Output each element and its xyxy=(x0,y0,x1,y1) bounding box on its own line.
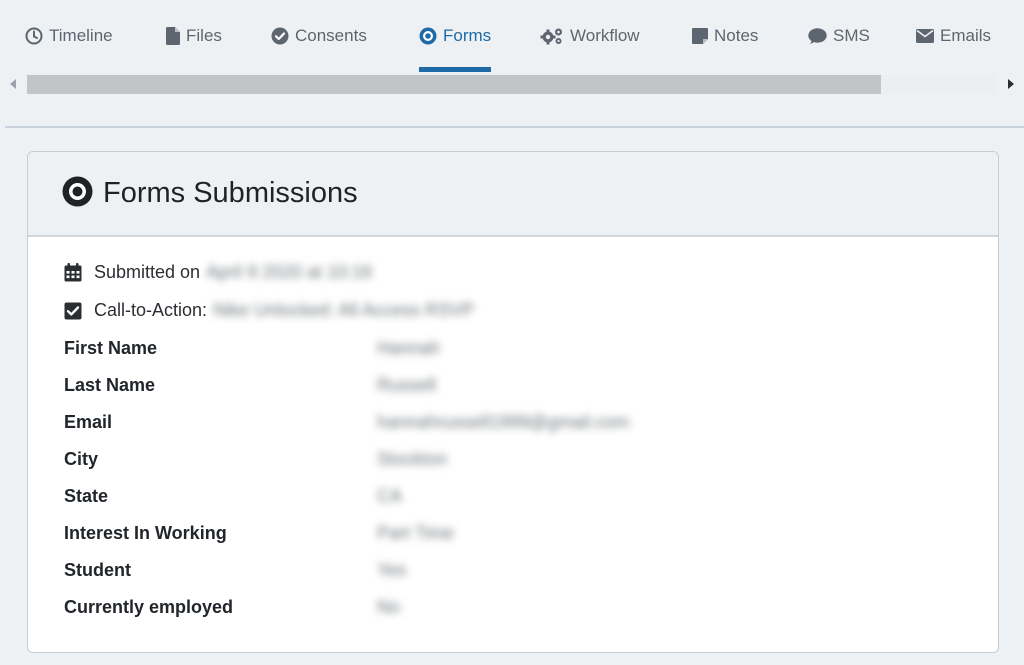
field-label: Last Name xyxy=(64,375,156,395)
scroll-right-arrow-icon[interactable] xyxy=(1008,79,1014,89)
tab-label: Files xyxy=(186,26,222,45)
clock-icon xyxy=(25,27,43,45)
tab-sms[interactable]: SMS xyxy=(808,0,870,72)
tab-emails[interactable]: Emails xyxy=(916,0,991,72)
tab-timeline[interactable]: Timeline xyxy=(25,0,113,72)
field-row-email: Email hannahrussell1999@gmail.com xyxy=(64,412,964,433)
submitted-on-row: Submitted on April 9 2020 at 10:16 xyxy=(64,262,372,283)
field-row-student: Student Yes xyxy=(64,560,964,581)
tab-label: Timeline xyxy=(49,26,113,45)
field-row-interest-in-working: Interest In Working Part Time xyxy=(64,523,964,544)
field-label: Student xyxy=(64,560,131,580)
field-value: hannahrussell1999@gmail.com xyxy=(377,412,630,432)
tab-forms[interactable]: Forms xyxy=(419,0,492,72)
field-row-currently-employed: Currently employed No xyxy=(64,597,964,618)
tab-notes[interactable]: Notes xyxy=(692,0,758,72)
field-value: Part Time xyxy=(377,523,455,543)
dot-circle-icon xyxy=(62,176,93,212)
field-label: City xyxy=(64,449,99,469)
divider xyxy=(5,126,1024,128)
sticky-note-icon xyxy=(692,28,708,44)
field-label: Currently employed xyxy=(64,597,234,617)
tab-files[interactable]: Files xyxy=(166,0,222,72)
call-to-action-value: Nike Unlocked: All Access RSVP xyxy=(213,300,475,320)
tab-label: SMS xyxy=(833,26,870,45)
checkbox-checked-icon xyxy=(64,302,84,320)
dot-circle-icon xyxy=(419,27,437,45)
tab-label: Consents xyxy=(295,26,367,45)
tab-workflow[interactable]: Workflow xyxy=(540,0,640,72)
tab-label: Notes xyxy=(714,26,759,45)
submitted-on-label: Submitted on xyxy=(94,262,201,282)
tab-label: Workflow xyxy=(570,26,640,45)
field-label: First Name xyxy=(64,338,158,358)
field-row-first-name: First Name Hannah xyxy=(64,338,964,359)
field-value: Russell xyxy=(377,375,437,395)
field-label: Email xyxy=(64,412,113,432)
scroll-left-arrow-icon[interactable] xyxy=(10,79,16,89)
field-value: No xyxy=(377,597,401,617)
card-header: Forms Submissions xyxy=(28,152,998,237)
calendar-icon xyxy=(64,263,84,282)
field-label: State xyxy=(64,486,109,506)
call-to-action-label: Call-to-Action: xyxy=(94,300,208,320)
submitted-on-value: April 9 2020 at 10:16 xyxy=(206,262,373,282)
field-row-city: City Stockton xyxy=(64,449,964,470)
field-row-last-name: Last Name Russell xyxy=(64,375,964,396)
field-value: Hannah xyxy=(377,338,441,358)
call-to-action-row: Call-to-Action: Nike Unlocked: All Acces… xyxy=(64,300,474,321)
chat-bubble-icon xyxy=(808,27,827,45)
scrollbar-thumb[interactable] xyxy=(27,75,881,94)
check-circle-icon xyxy=(271,27,289,45)
envelope-icon xyxy=(916,29,934,43)
field-label: Interest In Working xyxy=(64,523,227,543)
tab-consents[interactable]: Consents xyxy=(271,0,367,72)
tab-label: Emails xyxy=(940,26,992,45)
gears-icon xyxy=(540,27,564,45)
horizontal-scrollbar[interactable] xyxy=(0,72,1024,98)
field-value: Stockton xyxy=(377,449,448,469)
forms-submissions-card: Forms Submissions Submitted on April 9 2… xyxy=(27,151,999,653)
field-value: Yes xyxy=(377,560,407,580)
tab-label: Forms xyxy=(443,26,492,45)
field-row-state: State CA xyxy=(64,486,964,507)
file-icon xyxy=(166,27,180,45)
scrollbar-track[interactable] xyxy=(27,75,997,94)
card-title: Forms Submissions xyxy=(103,177,358,209)
tab-bar: Timeline Files Consents Forms Workflow N… xyxy=(0,0,1024,72)
field-value: CA xyxy=(377,486,403,506)
